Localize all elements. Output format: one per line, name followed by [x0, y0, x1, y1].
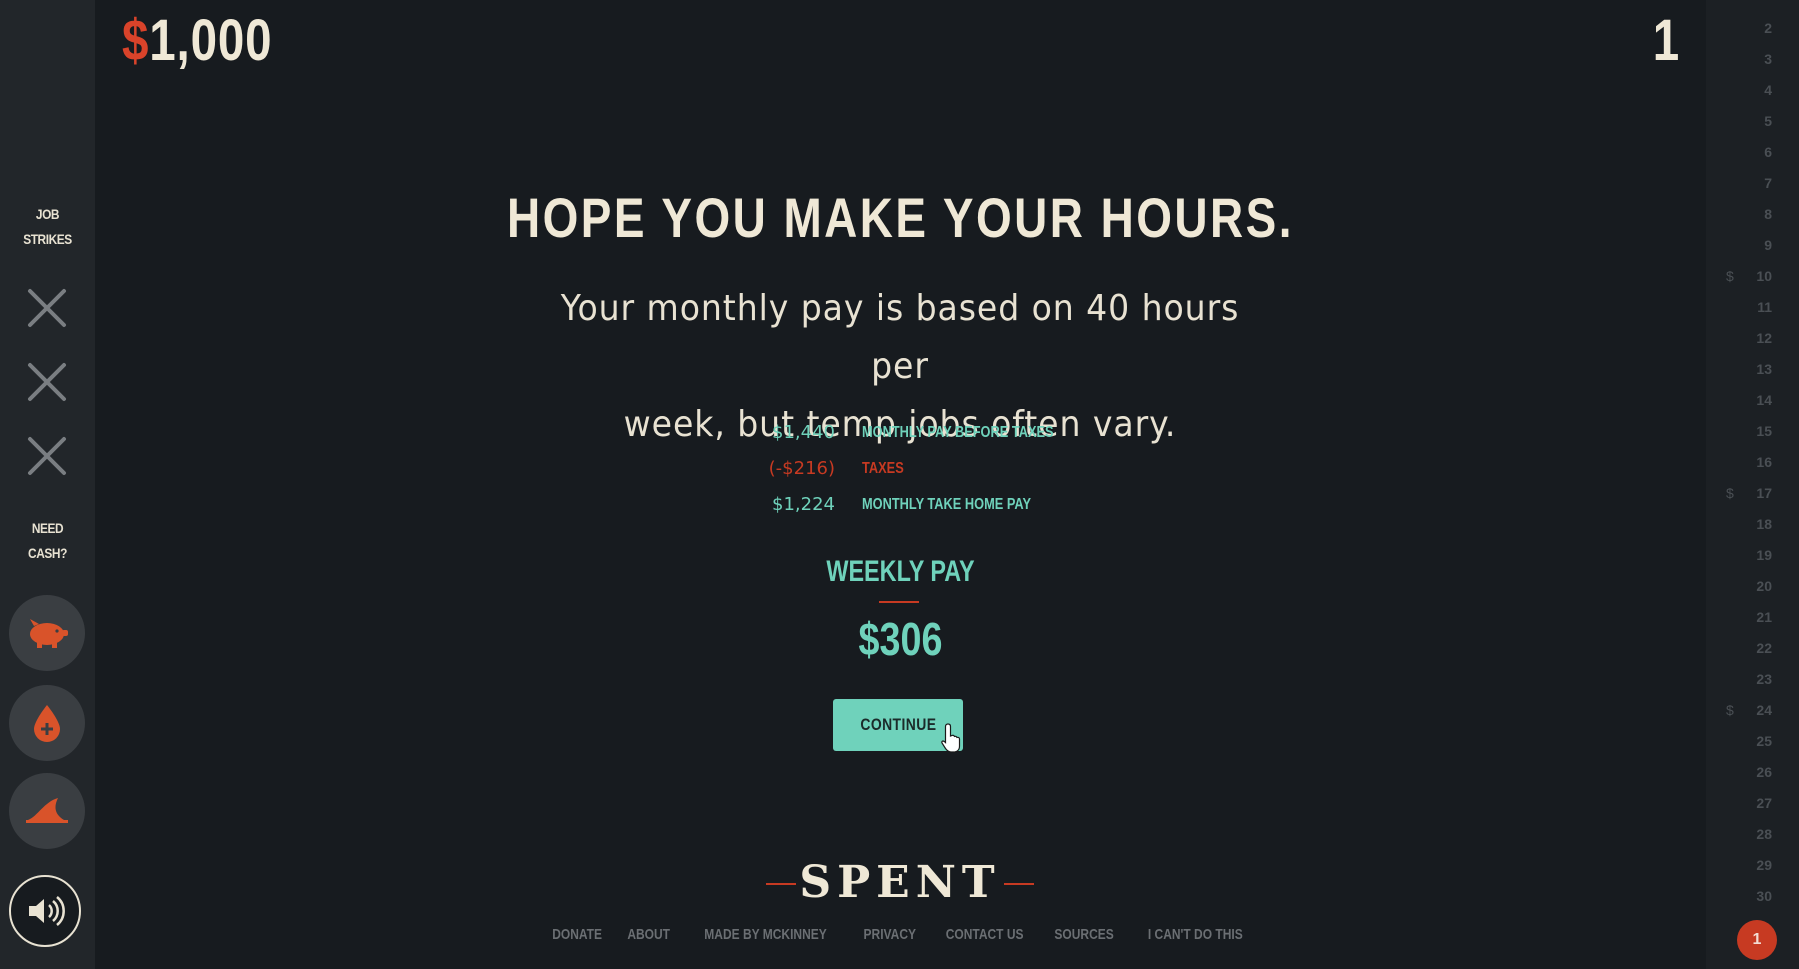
footer-nav: DONATE ABOUT MADE BY MCKINNEY PRIVACY CO… [500, 926, 1300, 943]
job-strikes-label-line2: STRIKES [23, 231, 72, 247]
day-number: 21 [1756, 609, 1772, 625]
left-sidebar: JOB STRIKES NEED CASH? [0, 0, 95, 969]
footer-link-donate[interactable]: DONATE [552, 926, 602, 943]
pay-row-net: $1,224 MONTHLY TAKE HOME PAY [600, 492, 1200, 518]
pay-label: TAXES [862, 460, 904, 477]
loan-shark-button[interactable] [9, 773, 85, 849]
speaker-icon [29, 896, 65, 926]
pay-label: MONTHLY TAKE HOME PAY [862, 496, 1032, 513]
close-icon [28, 289, 66, 327]
need-cash-label: NEED CASH? [7, 516, 88, 566]
spent-logo[interactable]: SPENT [766, 858, 1034, 908]
payday-marker: $ [1726, 485, 1734, 501]
day-number: 8 [1764, 206, 1772, 222]
blood-drop-icon [34, 705, 60, 742]
footer-link-made-by[interactable]: MADE BY MCKINNEY [705, 926, 827, 943]
footer-link-sources[interactable]: SOURCES [1055, 926, 1114, 943]
day-number: 28 [1756, 826, 1772, 842]
sound-toggle-button[interactable] [9, 875, 81, 947]
day-number: 16 [1756, 454, 1772, 470]
money-symbol: $ [122, 8, 150, 73]
footer-link-cant-do-this[interactable]: I CAN'T DO THIS [1147, 926, 1242, 943]
day-number: 17 [1756, 485, 1772, 501]
pay-amount: $1,224 [772, 494, 835, 515]
day-number: 3 [1764, 51, 1772, 67]
divider [879, 601, 919, 603]
close-icon [28, 363, 66, 401]
day-number: 4 [1764, 82, 1772, 98]
continue-button-label: CONTINUE [859, 715, 937, 734]
need-cash-label-line2: CASH? [28, 545, 67, 561]
day-number: 6 [1764, 144, 1772, 160]
day-number: 18 [1756, 516, 1772, 532]
loan-shark-fin-icon [26, 798, 68, 823]
day-number: 14 [1756, 392, 1772, 408]
piggy-bank-button[interactable] [9, 595, 85, 671]
job-strikes-label-line1: JOB [35, 206, 60, 222]
piggy-bank-icon [30, 619, 68, 648]
footer-link-about[interactable]: ABOUT [627, 926, 670, 943]
day-number: 11 [1757, 299, 1772, 315]
day-number: 24 [1756, 702, 1772, 718]
day-number: 13 [1756, 361, 1772, 377]
day-number: 29 [1756, 857, 1772, 873]
day-number: 26 [1756, 764, 1772, 780]
day-number: 23 [1756, 671, 1772, 687]
day-number: 9 [1764, 237, 1772, 253]
day-number: 2 [1764, 20, 1772, 36]
day-number: 22 [1756, 640, 1772, 656]
day-number: 12 [1756, 330, 1772, 346]
page-title: HOPE YOU MAKE YOUR HOURS. [507, 186, 1294, 249]
hand-cursor-icon [941, 723, 961, 753]
day-number: 7 [1764, 175, 1772, 191]
money-display: $1,000 [122, 8, 272, 74]
job-strikes-label: JOB STRIKES [7, 202, 88, 252]
day-number: 20 [1756, 578, 1772, 594]
logo-rule-right [1004, 883, 1034, 885]
money-value: 1,000 [149, 8, 273, 73]
day-number: 19 [1756, 547, 1772, 563]
weekly-pay-amount: $306 [858, 613, 943, 665]
pay-row-gross: $1,440 MONTHLY PAY BEFORE TAXES [600, 420, 1200, 446]
pay-amount: (-$216) [768, 458, 835, 479]
payday-marker: $ [1726, 268, 1734, 284]
day-number: 25 [1756, 733, 1772, 749]
body-text-line1: Your monthly pay is based on 40 hours pe… [560, 288, 1240, 387]
pay-row-taxes: (-$216) TAXES [600, 456, 1200, 482]
donate-blood-button[interactable] [9, 685, 85, 761]
pay-amount: $1,440 [772, 422, 835, 443]
need-cash-label-line1: NEED [31, 520, 64, 536]
footer-link-privacy[interactable]: PRIVACY [863, 926, 915, 943]
day-number: 5 [1764, 113, 1772, 129]
weekly-pay-label: WEEKLY PAY [826, 555, 975, 588]
current-day-marker: 1 [1737, 920, 1777, 960]
day-number: 10 [1756, 268, 1772, 284]
day-number: 15 [1756, 423, 1772, 439]
footer-link-contact[interactable]: CONTACT US [946, 926, 1024, 943]
day-counter: 1 [1652, 8, 1679, 73]
pay-label: MONTHLY PAY BEFORE TAXES [862, 424, 1054, 441]
logo-text: SPENT [799, 857, 1001, 908]
payday-marker: $ [1726, 702, 1734, 718]
day-number: 30 [1756, 888, 1772, 904]
day-number: 27 [1756, 795, 1772, 811]
close-icon [28, 437, 66, 475]
